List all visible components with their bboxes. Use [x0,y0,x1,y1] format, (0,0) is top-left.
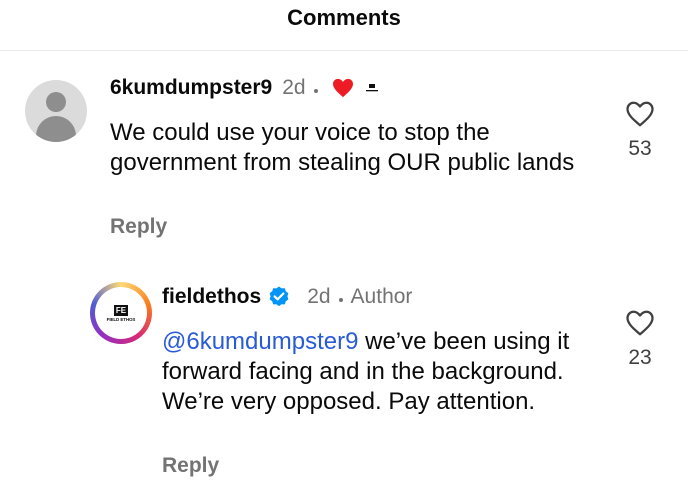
comment-body: We could use your voice to stop the gove… [110,118,590,178]
creator-heart-icon [332,78,354,98]
comment-username[interactable]: 6kumdumpster9 [110,76,272,100]
separator-dot [313,89,318,93]
like-column: 53 [620,100,660,161]
comment-text: We could use your voice to stop the gove… [110,119,575,176]
reply-button[interactable]: Reply [110,215,167,239]
brand-name: FIELD ETHOS [106,316,136,322]
avatar[interactable] [25,80,87,142]
mention-link[interactable]: @6kumdumpster9 [162,328,358,355]
creator-mini-avatar-icon [364,83,380,93]
like-count: 23 [628,346,652,369]
reply-body: @6kumdumpster9 we’ve been using it forwa… [162,327,602,417]
comment-meta: 6kumdumpster9 2d [110,76,380,100]
brand-mark: FE [113,304,129,316]
page-title: Comments [287,5,401,30]
reply-button[interactable]: Reply [162,454,219,478]
comments-sheet: Comments 6kumdumpster9 2d We could use y… [0,0,688,500]
like-column: 23 [620,309,660,370]
avatar[interactable]: FE FIELD ETHOS [90,282,152,344]
author-tag: Author [350,285,413,308]
comment-time: 2d [282,76,306,99]
reply-meta: fieldethos 2d Author [162,285,412,309]
verified-badge-icon [267,285,291,309]
like-heart-icon[interactable] [625,309,655,342]
like-count: 53 [628,137,652,160]
comments-header: Comments [0,0,688,51]
reply-username[interactable]: fieldethos [162,285,261,309]
like-heart-icon[interactable] [625,100,655,133]
separator-dot [338,298,343,302]
reply-time: 2d [307,285,331,308]
